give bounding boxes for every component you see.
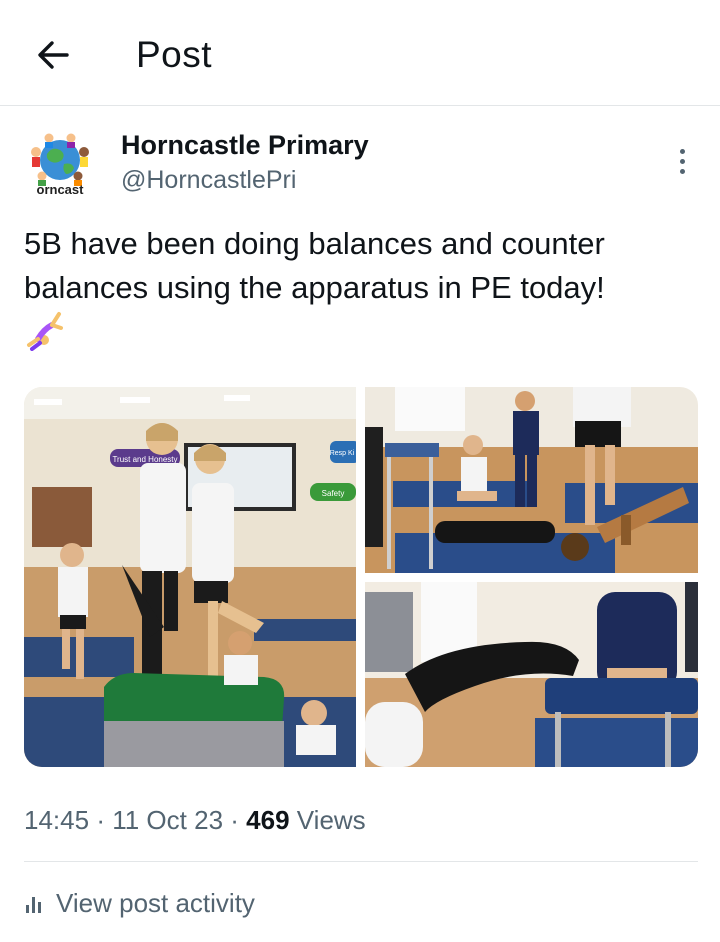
meta-separator: · — [230, 805, 239, 835]
view-post-activity-label: View post activity — [56, 888, 255, 918]
views-count: 469 — [246, 805, 290, 835]
post-text: 5B have been doing balances and counter … — [24, 226, 605, 305]
meta-separator: · — [96, 805, 105, 835]
svg-text:orncast: orncast — [37, 182, 85, 197]
bar-chart-icon — [26, 896, 41, 913]
svg-text:Resp Ki: Resp Ki — [330, 450, 355, 457]
post-date: 11 Oct 23 — [112, 805, 224, 835]
page-title: Post — [136, 34, 213, 75]
svg-text:Safety: Safety — [322, 489, 345, 498]
top-bar: Post — [0, 0, 720, 106]
view-post-activity-button[interactable]: View post activity — [24, 888, 255, 919]
more-dot — [679, 168, 685, 174]
back-button[interactable] — [30, 32, 76, 78]
divider — [24, 861, 698, 862]
photo-2[interactable] — [365, 387, 698, 573]
sign-respect: Resp Ki — [330, 441, 356, 463]
author-name[interactable]: Horncastle Primary — [121, 130, 369, 161]
more-dot — [679, 148, 685, 154]
photo-1[interactable]: Trust and Honesty Safety Resp Ki — [24, 387, 356, 767]
arrow-left-icon — [38, 41, 69, 69]
more-options-button[interactable] — [668, 143, 696, 179]
author-handle[interactable]: @HorncastlePri — [121, 166, 296, 195]
media-grid: Trust and Honesty Safety Resp Ki — [24, 387, 698, 767]
cartwheel-emoji-icon — [24, 309, 64, 351]
post-time: 14:45 — [24, 805, 90, 835]
avatar[interactable]: orncast — [22, 128, 98, 204]
vaulting-box — [104, 673, 285, 767]
more-dot — [679, 158, 685, 164]
svg-text:Trust and Honesty: Trust and Honesty — [112, 455, 177, 464]
photo-3[interactable] — [365, 582, 698, 767]
views-label: Views — [296, 805, 366, 835]
sign-safety: Safety — [310, 483, 356, 501]
school-logo: orncast — [31, 133, 89, 197]
post-meta: 14:45 · 11 Oct 23 · 469 Views — [24, 805, 366, 836]
